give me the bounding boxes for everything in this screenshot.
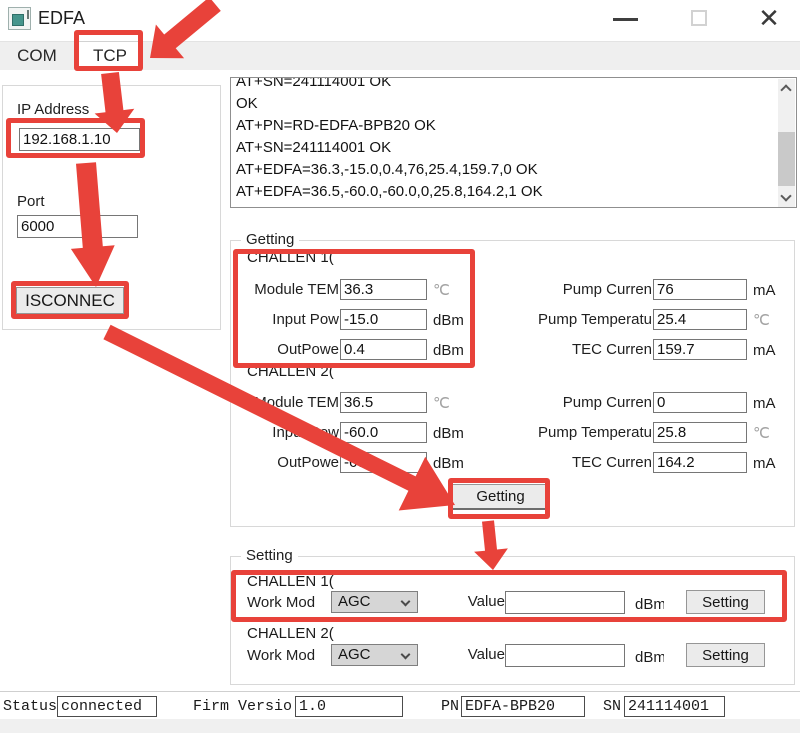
ma-unit: mA (753, 453, 783, 475)
celsius-unit: ℃ (753, 423, 783, 445)
setting-group-title: Setting (241, 547, 298, 564)
dbm-unit: dBm (433, 453, 463, 475)
tab-strip: COM TCP (0, 41, 800, 70)
bottom-strip (0, 719, 800, 733)
disconnect-button[interactable]: ISCONNEC (16, 287, 124, 314)
pump-current-ch1-input[interactable] (653, 279, 747, 300)
work-mode-value: AGC (338, 593, 371, 610)
output-power-ch1-input[interactable] (340, 339, 427, 360)
log-line: AT+SN=241114001 OK (236, 137, 774, 159)
dbm-unit: dBm (433, 340, 463, 362)
value-label: Value (430, 591, 505, 613)
getting-button[interactable]: Getting (452, 484, 549, 510)
module-temp-label: Module TEM (230, 392, 339, 414)
log-line: AT+EDFA=36.5,-60.0,-60.0,0,25.8,164.2,1 … (236, 181, 774, 203)
firmware-label: Firm Versio (193, 698, 292, 715)
log-line: AT+PN=RD-EDFA-BPB20 OK (236, 115, 774, 137)
ma-unit: mA (753, 393, 783, 415)
tec-current-label: TEC Curren (460, 452, 652, 474)
tab-tcp[interactable]: TCP (78, 41, 142, 71)
tec-current-ch1-input[interactable] (653, 339, 747, 360)
scroll-up-icon[interactable] (780, 84, 791, 95)
setting-ch1-button[interactable]: Setting (686, 590, 765, 614)
pn-label: PN (441, 698, 459, 715)
pump-temp-label: Pump Temperatu (460, 309, 652, 331)
tec-current-ch2-input[interactable] (653, 452, 747, 473)
pump-temp-ch1-input[interactable] (653, 309, 747, 330)
minimize-icon[interactable] (613, 18, 638, 21)
pump-temp-label: Pump Temperatu (460, 422, 652, 444)
input-power-ch1-input[interactable] (340, 309, 427, 330)
ma-unit: mA (753, 280, 783, 302)
work-mode-label: Work Mod (247, 594, 327, 611)
getting-channel1-name: CHALLEN 1( (247, 249, 334, 266)
status-label: Status (3, 698, 57, 715)
setting-ch2-button[interactable]: Setting (686, 643, 765, 667)
title-bar: EDFA ✕ (0, 0, 800, 41)
tec-current-label: TEC Curren (460, 339, 652, 361)
work-mode-value: AGC (338, 646, 371, 663)
dbm-unit: dBm (635, 647, 664, 669)
celsius-unit: ℃ (753, 310, 783, 332)
pump-current-label: Pump Curren (460, 392, 652, 414)
sn-label: SN (603, 698, 621, 715)
work-mode-ch1-select[interactable]: AGC (331, 591, 418, 613)
log-output[interactable]: AT+SN=241114001 OK OK AT+PN=RD-EDFA-BPB2… (230, 77, 797, 208)
ip-address-input[interactable] (19, 128, 140, 151)
value-ch1-input[interactable] (505, 591, 625, 614)
log-lines: AT+SN=241114001 OK OK AT+PN=RD-EDFA-BPB2… (236, 77, 774, 203)
status-value: connected (57, 696, 157, 717)
pn-value: EDFA-BPB20 (461, 696, 585, 717)
log-line: AT+EDFA=36.3,-15.0,0.4,76,25.4,159.7,0 O… (236, 159, 774, 181)
log-line: AT+SN=241114001 OK (236, 77, 774, 93)
value-ch2-input[interactable] (505, 644, 625, 667)
close-icon[interactable]: ✕ (753, 2, 785, 34)
log-line: OK (236, 93, 774, 115)
setting-channel2-name: CHALLEN 2( (247, 625, 334, 642)
pump-current-ch2-input[interactable] (653, 392, 747, 413)
setting-channel1-name: CHALLEN 1( (247, 573, 334, 590)
ip-address-label: IP Address (17, 101, 109, 118)
chevron-down-icon (401, 650, 411, 660)
input-power-ch2-input[interactable] (340, 422, 427, 443)
module-temp-label: Module TEM (230, 279, 339, 301)
tab-com[interactable]: COM (8, 42, 66, 71)
scrollbar-thumb[interactable] (778, 132, 795, 186)
dbm-unit: dBm (433, 423, 463, 445)
window-title: EDFA (38, 8, 85, 29)
firmware-value: 1.0 (295, 696, 403, 717)
sn-value: 241114001 (624, 696, 725, 717)
edfa-window: EDFA ✕ COM TCP IP Address Port ISCONNEC … (0, 0, 800, 733)
input-power-label: Input Pow (230, 309, 339, 331)
ma-unit: mA (753, 340, 783, 362)
module-temp-ch1-input[interactable] (340, 279, 427, 300)
input-power-label: Input Pow (230, 422, 339, 444)
log-scrollbar[interactable] (778, 79, 795, 207)
port-input[interactable] (17, 215, 138, 238)
celsius-unit: ℃ (433, 393, 463, 415)
chevron-down-icon (401, 597, 411, 607)
app-icon (8, 7, 31, 30)
scroll-down-icon[interactable] (780, 190, 791, 201)
pump-current-label: Pump Curren (460, 279, 652, 301)
maximize-icon[interactable] (691, 10, 707, 26)
getting-group-title: Getting (241, 231, 299, 248)
module-temp-ch2-input[interactable] (340, 392, 427, 413)
getting-channel2-name: CHALLEN 2( (247, 363, 334, 380)
status-bar: Status connected Firm Versio 1.0 PN EDFA… (0, 692, 800, 719)
value-label: Value (430, 644, 505, 666)
work-mode-label: Work Mod (247, 647, 327, 664)
celsius-unit: ℃ (433, 280, 463, 302)
dbm-unit: dBm (635, 594, 664, 616)
output-power-ch2-input[interactable] (340, 452, 427, 473)
pump-temp-ch2-input[interactable] (653, 422, 747, 443)
output-power-label: OutPowe (230, 339, 339, 361)
dbm-unit: dBm (433, 310, 463, 332)
work-mode-ch2-select[interactable]: AGC (331, 644, 418, 666)
port-label: Port (17, 193, 77, 210)
output-power-label: OutPowe (230, 452, 339, 474)
